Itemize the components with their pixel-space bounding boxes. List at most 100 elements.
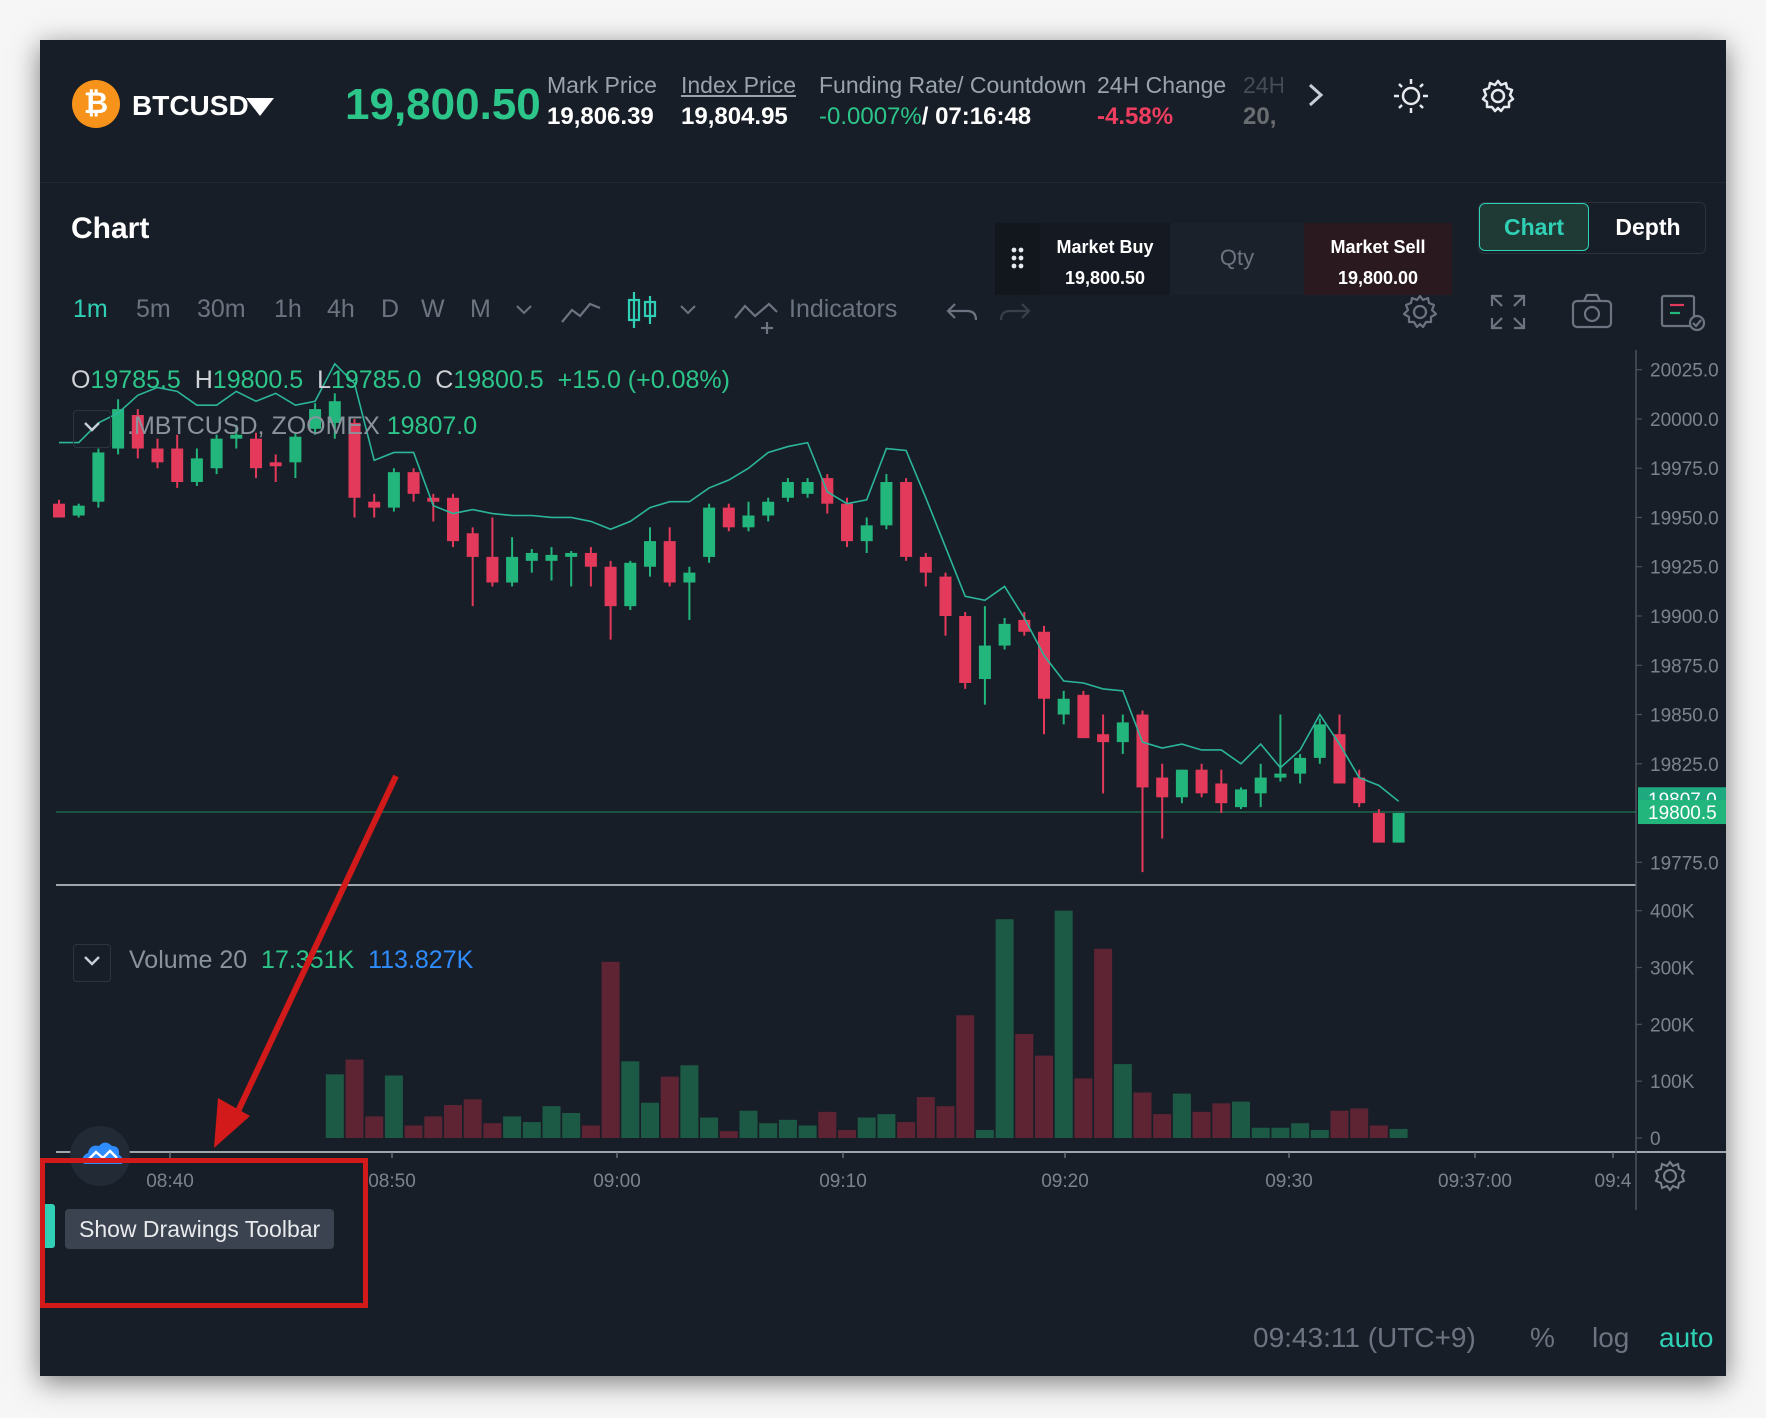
bitcoin-icon[interactable]: ₿ [72,80,120,128]
volume-bar [798,1125,817,1138]
candle-body [53,503,65,518]
volume-bar [838,1130,856,1138]
clock-readout: 09:43:11 (UTC+9) [1253,1322,1476,1353]
timeframe-1h[interactable]: 1h [274,295,302,324]
collapse-volume-button[interactable] [73,944,111,982]
symbol-name[interactable]: BTCUSD [132,90,249,122]
candle-body [1057,698,1070,715]
caret-down-icon[interactable] [246,98,274,116]
funding-rate-value: -0.0007% [819,103,922,130]
camera-icon[interactable] [1570,292,1614,332]
settings-gear-icon[interactable] [1480,78,1516,114]
index-price-value: 19,804.95 [681,103,788,130]
index-price-label[interactable]: Index Price [681,72,796,99]
candles-icon[interactable] [625,288,659,332]
chart-settings-gear-icon[interactable] [1400,292,1440,332]
collapse-index-button[interactable] [73,410,111,448]
volume-bar [404,1125,423,1138]
volume-value-2: 113.827K [368,946,474,974]
redo-icon[interactable] [998,298,1032,326]
qty-placeholder: Qty [1219,245,1255,270]
candle-body [1333,734,1346,784]
candle-body [683,572,696,583]
timeframe-m[interactable]: M [470,295,491,324]
volume-bar [483,1123,502,1138]
time-tick-label: 09:4 [1595,1171,1632,1192]
candle-body [584,552,597,567]
time-tick-label: 09:00 [593,1171,641,1192]
price-tick-label: 19775.0 [1650,853,1719,874]
candle-body [92,452,105,502]
volume-bar [601,961,620,1138]
indicators-button[interactable]: Indicators [789,295,897,324]
volume-bar [522,1122,541,1138]
volume-legend: Volume 20 17.351K 113.827K [129,946,473,975]
chevron-down-icon[interactable] [678,302,698,318]
market-sell-button[interactable]: Market Sell 19,800.00 [1304,223,1452,295]
candle-body [663,541,676,583]
candle-body [959,616,972,683]
price-tick-label: 19825.0 [1650,755,1719,776]
candle-body [1195,769,1208,794]
last-price: 19,800.50 [345,80,541,129]
ohlc-l-label: L [317,366,331,394]
volume-bar [700,1117,719,1138]
index-name: .MBTCUSD, ZOOMEX [127,412,380,440]
candle-body [1156,777,1169,798]
candle-body [250,438,262,469]
volume-bar [857,1117,876,1138]
volume-tick-label: 300K [1650,959,1695,980]
candle-body [1353,777,1366,804]
candle-body [447,497,459,542]
line-chart-icon[interactable] [560,296,602,326]
candle-body [939,576,952,616]
candle-body [525,552,538,561]
fullscreen-icon[interactable] [1488,292,1528,332]
tab-chart[interactable]: Chart [1479,203,1589,251]
candle-body [1038,631,1050,699]
candle-body [506,556,519,583]
volume-bar [936,1106,955,1138]
chevron-down-icon[interactable] [514,302,534,318]
volume-bar [384,1075,403,1138]
undo-icon[interactable] [945,298,979,326]
timeframe-1m[interactable]: 1m [73,295,108,324]
market-buy-button[interactable]: Market Buy 19,800.50 [1040,223,1170,295]
theme-sun-icon[interactable] [1393,78,1429,114]
index-price-stat[interactable]: Index Price 19,804.95 [681,72,796,131]
volume-value-1: 17.351K [261,946,355,974]
timeframe-d[interactable]: D [381,295,399,324]
chevron-right-icon[interactable] [1302,80,1328,110]
candle-body [387,472,400,508]
price-tick-label: 20000.0 [1650,410,1719,431]
candle-body [151,448,164,463]
tab-depth[interactable]: Depth [1593,203,1703,251]
change-24h-label: 24H Change [1097,72,1227,98]
volume-bar [542,1106,561,1138]
volume-bar [1330,1110,1349,1138]
auto-scale-toggle[interactable]: auto [1659,1322,1714,1354]
chart-manager-icon[interactable] [1660,292,1706,332]
candle-body [545,554,558,561]
drag-dots-icon[interactable] [995,223,1040,295]
price-tick-label: 19875.0 [1650,656,1719,677]
timeframe-30m[interactable]: 30m [197,295,246,324]
timeframe-w[interactable]: W [421,295,445,324]
timeframe-4h[interactable]: 4h [327,295,355,324]
timeframe-5m[interactable]: 5m [136,295,171,324]
candle-body [72,505,85,516]
candle-body [998,623,1011,646]
volume-bar [956,1015,975,1138]
drag-handle[interactable] [995,223,1040,295]
last-price-tag-label: 19800.5 [1648,803,1717,824]
indicators-icon[interactable] [733,294,779,334]
percent-scale-toggle[interactable]: % [1530,1322,1555,1354]
qty-input[interactable]: Qty [1170,223,1304,295]
time-tick-label: 09:37:00 [1438,1171,1512,1192]
mark-price-stat: Mark Price 19,806.39 [547,72,657,131]
candle-body [1215,783,1228,804]
candle-body [1116,722,1129,743]
candle-body [190,458,203,483]
log-scale-toggle[interactable]: log [1592,1322,1629,1354]
volume-bar [1035,1055,1053,1138]
